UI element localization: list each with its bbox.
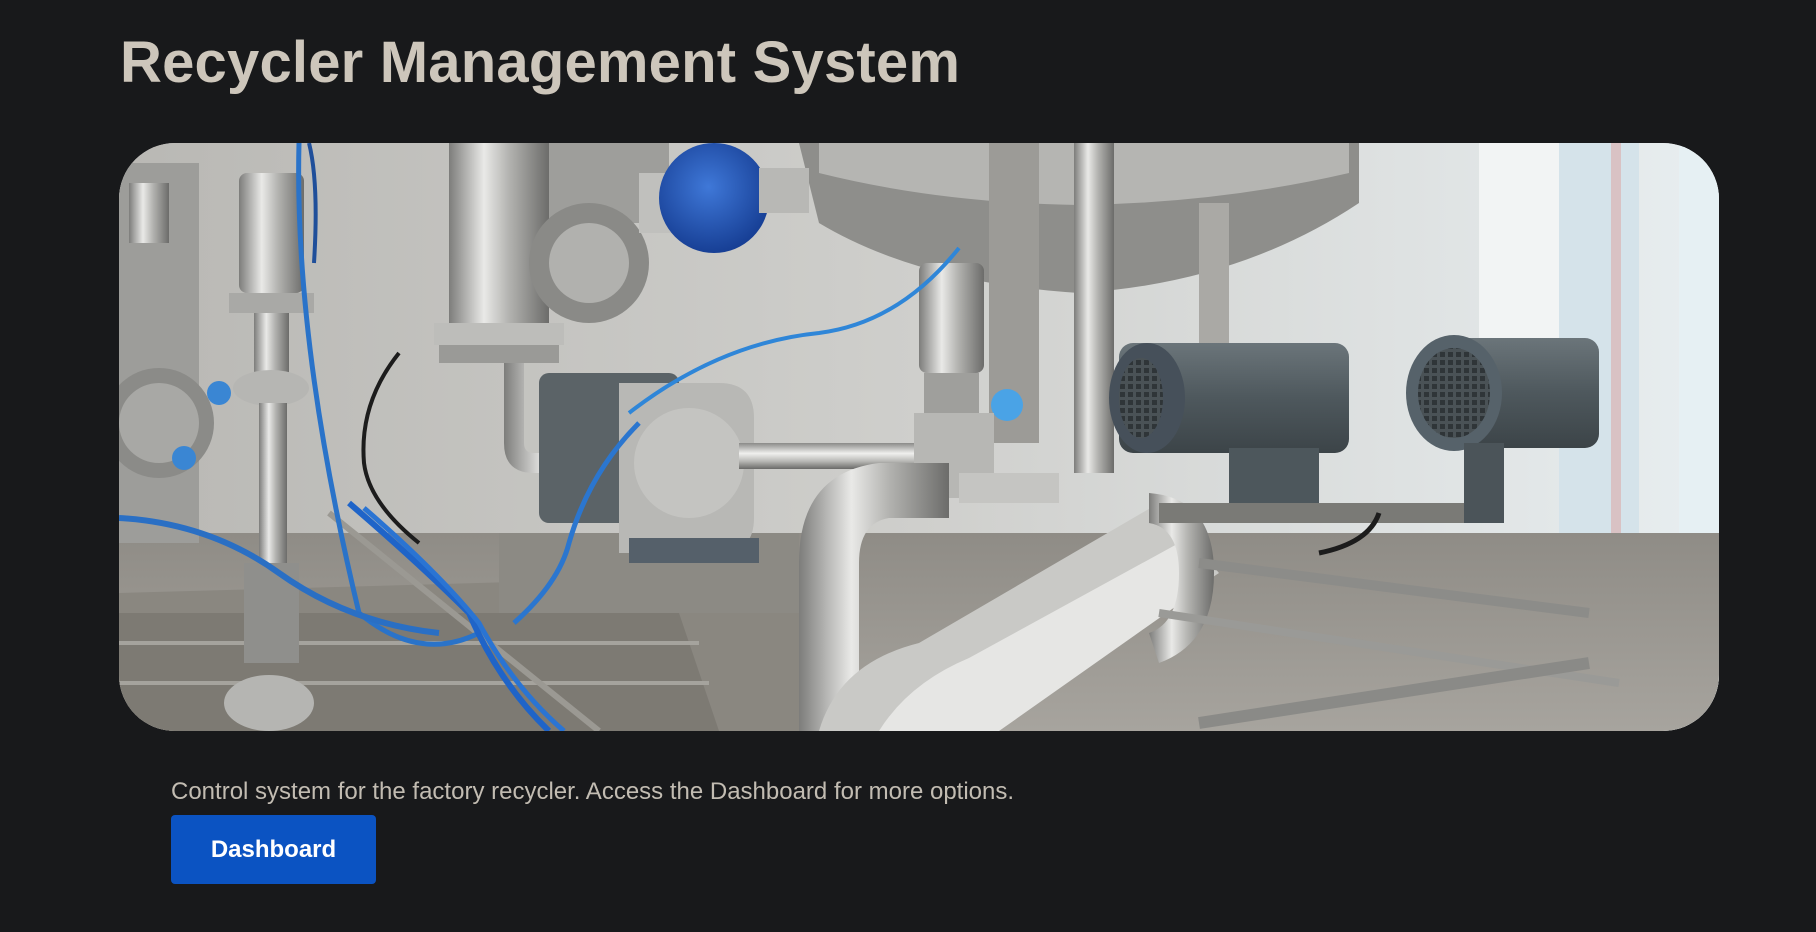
page-description: Control system for the factory recycler.… [171,778,1015,805]
landing-page: Recycler Management System Control syste… [0,0,1816,932]
page-title: Recycler Management System [120,30,961,95]
dashboard-button[interactable]: Dashboard [171,815,376,884]
hero-image [119,143,1719,731]
machinery-illustration [119,143,1719,731]
